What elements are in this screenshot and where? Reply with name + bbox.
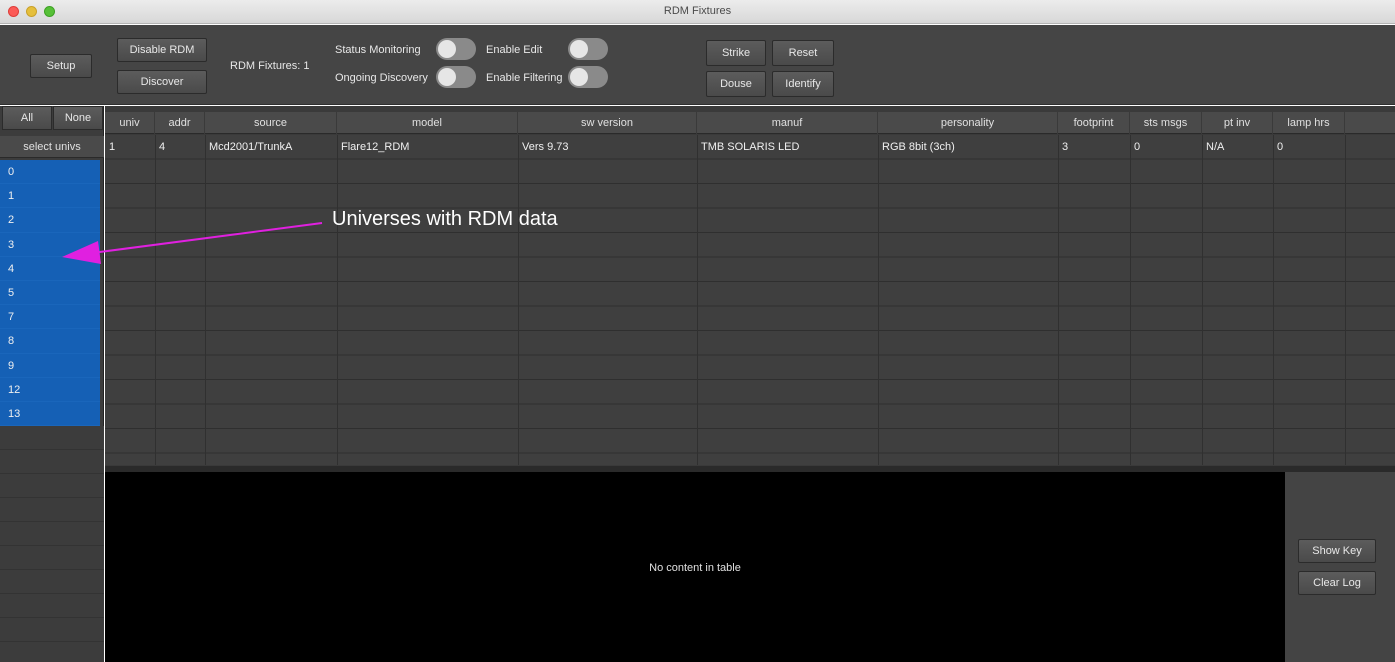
universe-item[interactable]: 1	[0, 184, 100, 209]
column-header[interactable]: sts msgs	[1130, 112, 1202, 134]
table-cell: 0	[1277, 141, 1284, 153]
table-cell: 1	[109, 141, 116, 153]
universe-item[interactable]: 4	[0, 256, 100, 281]
column-header[interactable]: sw version	[518, 112, 697, 134]
annotation-text: Universes with RDM data	[332, 208, 558, 230]
universe-item[interactable]: 9	[0, 353, 100, 378]
column-header[interactable]: model	[337, 112, 518, 134]
column-separator	[337, 135, 338, 465]
table-cell: RGB 8bit (3ch)	[882, 141, 955, 153]
column-header[interactable]: univ	[105, 112, 155, 134]
discover-button[interactable]: Discover	[117, 70, 207, 94]
fixtures-table: univ addr source model sw version manuf person…	[105, 106, 1395, 466]
column-header[interactable]: addr	[155, 112, 205, 134]
column-separator	[205, 135, 206, 465]
enable-filtering-toggle[interactable]	[568, 66, 608, 88]
column-header[interactable]: footprint	[1058, 112, 1130, 134]
setup-button[interactable]: Setup	[30, 54, 92, 78]
column-header[interactable]: manuf	[697, 112, 878, 134]
enable-edit-label: Enable Edit	[486, 44, 543, 56]
universe-item[interactable]: 3	[0, 232, 100, 257]
universe-item[interactable]: 5	[0, 280, 100, 306]
reset-button[interactable]: Reset	[772, 40, 834, 66]
table-body: 1 4 Mcd2001/TrunkA Flare12_RDM Vers 9.73 TMB …	[105, 135, 1395, 465]
enable-filtering-label: Enable Filtering	[486, 72, 563, 84]
column-separator	[1273, 135, 1274, 465]
table-cell: Flare12_RDM	[341, 141, 410, 153]
universe-item[interactable]: 12	[0, 377, 100, 402]
status-monitoring-toggle[interactable]	[436, 38, 476, 60]
clear-log-button[interactable]: Clear Log	[1298, 571, 1376, 595]
toggle-knob	[438, 68, 456, 86]
table-header: univ addr source model sw version manuf person…	[105, 112, 1395, 134]
column-separator	[518, 135, 519, 465]
select-all-button[interactable]: All	[2, 106, 52, 130]
toggle-knob	[570, 40, 588, 58]
fixtures-count-label: RDM Fixtures: 1	[230, 60, 309, 72]
universe-item[interactable]: 0	[0, 160, 100, 185]
universe-item[interactable]: 2	[0, 208, 100, 233]
show-key-button[interactable]: Show Key	[1298, 539, 1376, 563]
identify-button[interactable]: Identify	[772, 71, 834, 97]
column-separator	[155, 135, 156, 465]
log-empty-message: No content in table	[649, 562, 741, 574]
table-cell: 3	[1062, 141, 1069, 153]
column-separator	[697, 135, 698, 465]
ongoing-discovery-toggle[interactable]	[436, 66, 476, 88]
column-header[interactable]: personality	[878, 112, 1058, 134]
fixtures-label: RDM Fixtures:	[230, 60, 301, 72]
column-header[interactable]: source	[205, 112, 337, 134]
universe-list-empty-area	[0, 426, 104, 662]
status-monitoring-label: Status Monitoring	[335, 44, 421, 56]
table-cell: Vers 9.73	[522, 141, 569, 153]
column-separator	[1202, 135, 1203, 465]
universe-item[interactable]: 8	[0, 329, 100, 354]
column-separator	[1345, 135, 1346, 465]
table-row[interactable]: 1 4 Mcd2001/TrunkA Flare12_RDM Vers 9.73 TMB …	[105, 135, 1395, 159]
toggle-knob	[570, 68, 588, 86]
column-separator	[1130, 135, 1131, 465]
ongoing-discovery-label: Ongoing Discovery	[335, 72, 428, 84]
universe-selector-panel: All None select univs 0 1 2 3 4 5 7 8 9 12 13	[0, 106, 104, 662]
enable-edit-toggle[interactable]	[568, 38, 608, 60]
title-bar: RDM Fixtures	[0, 0, 1395, 24]
log-controls-panel: Show Key Clear Log	[1285, 472, 1395, 662]
window-title: RDM Fixtures	[663, 5, 732, 17]
toggle-knob	[438, 40, 456, 58]
toolbar: Setup Disable RDM Discover RDM Fixtures:…	[0, 25, 1395, 105]
strike-button[interactable]: Strike	[706, 40, 766, 66]
douse-button[interactable]: Douse	[706, 71, 766, 97]
universe-list: 0 1 2 3 4 5 7 8 9 12 13	[0, 160, 100, 427]
column-separator	[878, 135, 879, 465]
select-none-button[interactable]: None	[53, 106, 103, 130]
universe-item[interactable]: 13	[0, 401, 100, 427]
select-univs-header: select univs	[0, 136, 104, 158]
column-header[interactable]: pt inv	[1202, 112, 1273, 134]
table-cell: N/A	[1206, 141, 1225, 153]
column-header[interactable]: lamp hrs	[1273, 112, 1345, 134]
table-cell: 4	[159, 141, 166, 153]
column-separator	[1058, 135, 1059, 465]
table-cell: Mcd2001/TrunkA	[209, 141, 293, 153]
universe-item[interactable]: 7	[0, 305, 100, 330]
table-cell: 0	[1134, 141, 1141, 153]
table-cell: TMB SOLARIS LED	[701, 141, 800, 153]
log-table: No content in table	[105, 472, 1285, 662]
disable-rdm-button[interactable]: Disable RDM	[117, 38, 207, 62]
fixtures-count: 1	[303, 60, 310, 72]
